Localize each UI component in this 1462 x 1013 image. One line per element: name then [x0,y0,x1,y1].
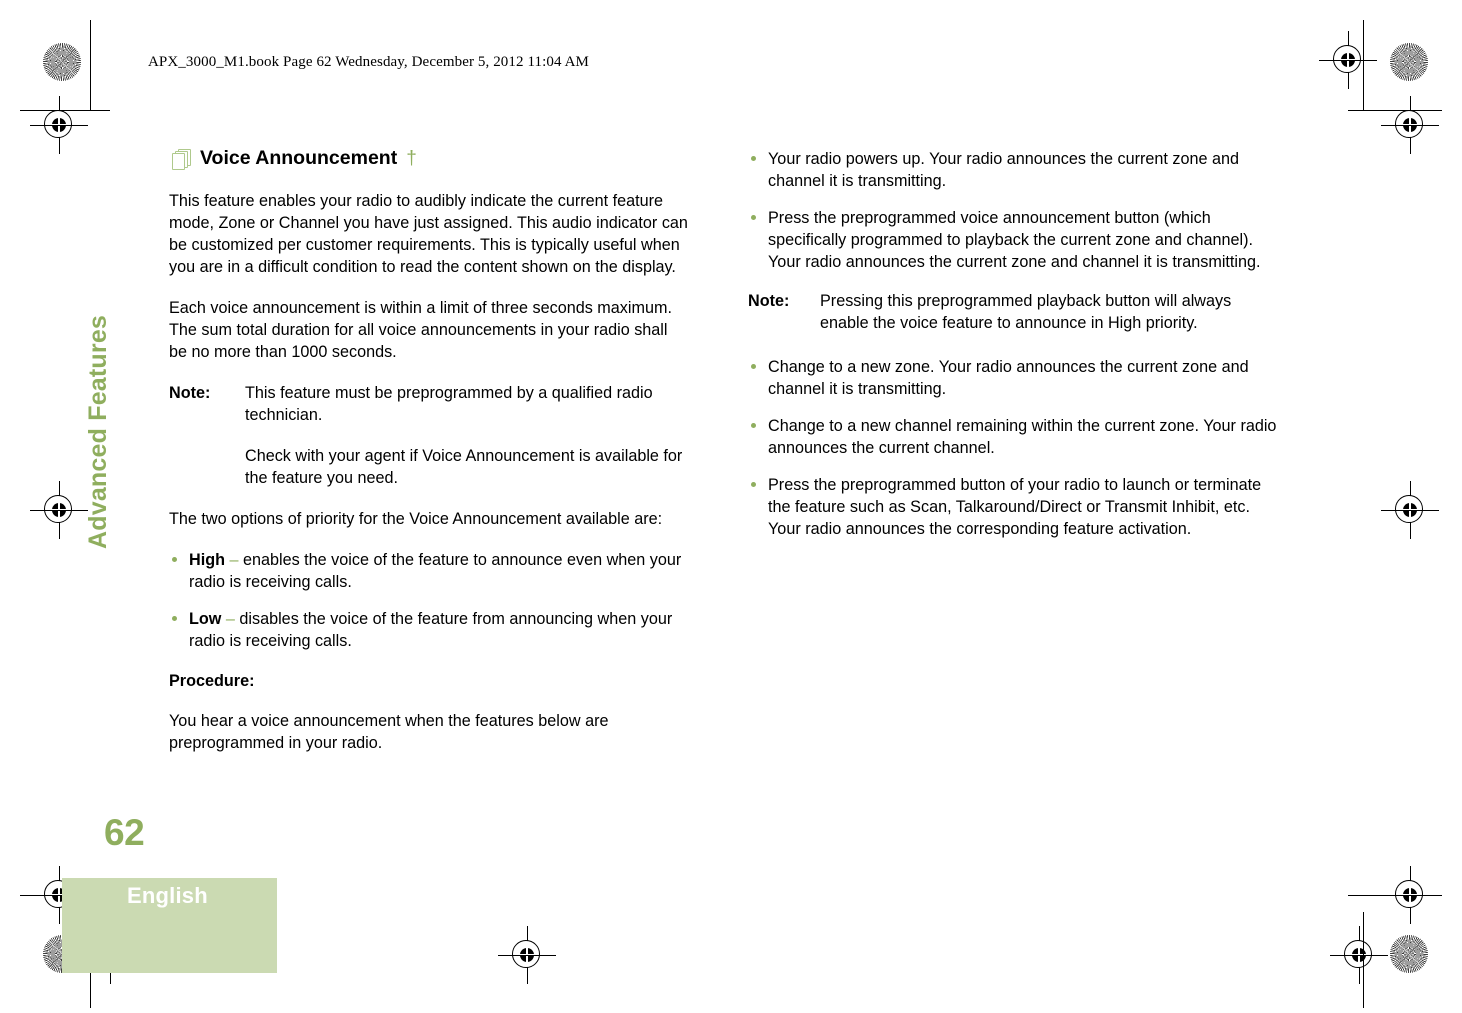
bullet-dot-icon [751,482,756,488]
registration-target-mid-left [30,481,88,539]
option-dash: – [225,610,235,629]
bullet-dot-icon [172,616,177,622]
registration-target-bottom-center-right [1330,926,1388,984]
procedure-paragraph: You hear a voice announcement when the f… [169,711,609,752]
trigger-list-bottom: Change to a new zone. Your radio announc… [748,356,1278,540]
trim-line-bottom-right [1348,895,1442,896]
priority-intro-paragraph: The two options of priority for the Voic… [169,510,663,529]
list-item-text: Change to a new channel remaining within… [768,417,1277,458]
trigger-list-top: Your radio powers up. Your radio announc… [748,148,1278,273]
registration-target-mid-right [1381,481,1439,539]
list-item-text: Press the preprogrammed voice announceme… [768,209,1261,272]
chapter-tab-label: Advanced Features [84,314,112,549]
trim-line-top-left [20,110,110,111]
trim-line-top-right [1348,110,1442,111]
list-item: Press the preprogrammed voice announceme… [748,207,1278,273]
list-item-text: Your radio powers up. Your radio announc… [768,150,1239,191]
trim-line-right-outer [1363,20,1364,110]
priority-options-list: High – enables the voice of the feature … [169,549,689,652]
procedure-heading: Procedure: [169,671,255,690]
list-item-text: Change to a new zone. Your radio announc… [768,358,1249,399]
bullet-dot-icon [751,364,756,370]
list-item: Your radio powers up. Your radio announc… [748,148,1278,192]
bullet-dot-icon [751,215,756,221]
language-label: English [127,883,208,908]
left-column: Voice Announcement † This feature enables… [169,147,689,773]
list-item: Change to a new zone. Your radio announc… [748,356,1278,400]
option-term: High [189,551,225,570]
note-label: Note: [169,384,211,403]
option-dash: – [229,551,239,570]
note-text: Pressing this preprogrammed playback but… [820,292,1232,333]
bullet-dot-icon [172,557,177,563]
page-number: 62 [104,812,145,853]
bullet-dot-icon [751,423,756,429]
note-text: This feature must be preprogrammed by a … [245,384,653,425]
list-item: Low – disables the voice of the feature … [169,608,689,652]
registration-star-top-right [1390,43,1428,81]
note-extra-text: Check with your agent if Voice Announcem… [245,447,683,488]
list-item: Change to a new channel remaining within… [748,415,1278,459]
registration-target-top-left [1319,31,1377,89]
list-item: Press the preprogrammed button of your r… [748,474,1278,540]
note-block-left: Note: This feature must be preprogrammed… [169,382,689,489]
registration-target-bottom-center [498,926,556,984]
registration-target-inner-top-right [1381,96,1439,154]
trim-line-right-bottom [1363,912,1364,1008]
duration-paragraph: Each voice announcement is within a limi… [169,299,672,362]
registration-target-inner-top-left [30,96,88,154]
note-label: Note: [748,292,790,311]
registration-star-bottom-right [1390,935,1428,973]
page-title-text: Voice Announcement [200,147,398,170]
note-block-right: Note: Pressing this preprogrammed playba… [748,290,1278,334]
dagger-marker-icon: † [406,147,417,169]
registration-star-top-left [43,43,81,81]
file-header-line: APX_3000_M1.book Page 62 Wednesday, Dece… [148,54,589,70]
stacked-pages-icon [169,148,191,170]
bullet-dot-icon [751,156,756,161]
option-text: disables the voice of the feature from a… [189,610,673,651]
intro-paragraph: This feature enables your radio to audib… [169,192,688,277]
list-item: High – enables the voice of the feature … [169,549,689,593]
right-column: Your radio powers up. Your radio announc… [748,148,1278,559]
option-term: Low [189,610,222,629]
option-text: enables the voice of the feature to anno… [189,551,682,592]
trim-line-left-outer [90,20,91,110]
list-item-text: Press the preprogrammed button of your r… [768,476,1262,539]
page-title: Voice Announcement † [169,147,689,170]
